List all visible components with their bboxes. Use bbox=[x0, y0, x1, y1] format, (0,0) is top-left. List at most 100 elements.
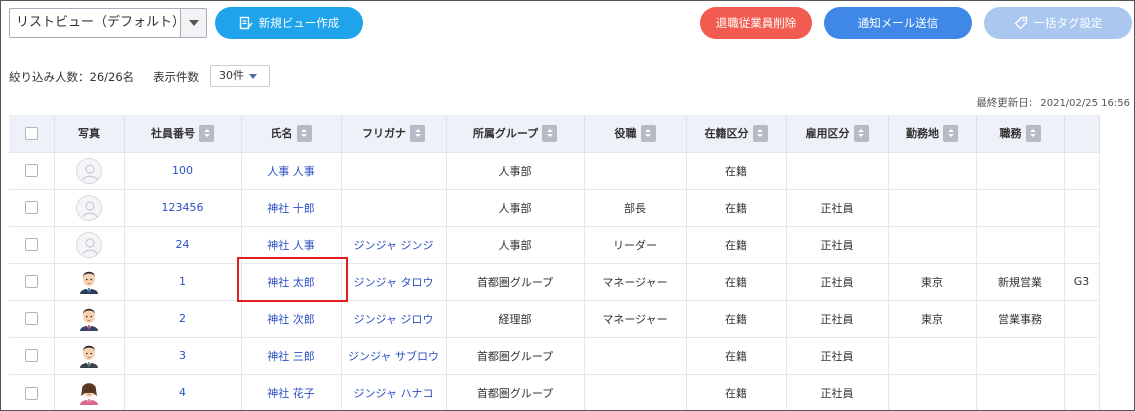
row-select-cell bbox=[9, 373, 55, 410]
delete-retired-button[interactable]: 退職従業員削除 bbox=[700, 7, 812, 39]
employee-kana[interactable]: ジンジャ サブロウ bbox=[348, 350, 439, 363]
display-count-value: 30件 bbox=[219, 69, 244, 82]
employee-id[interactable]: 100 bbox=[172, 164, 193, 177]
employee-id-cell[interactable]: 100 bbox=[124, 151, 242, 189]
employee-id-cell[interactable]: 4 bbox=[124, 373, 242, 410]
employee-name[interactable]: 神社 十郎 bbox=[267, 202, 315, 215]
employee-kana-cell[interactable]: ジンジャ ハナコ bbox=[341, 373, 447, 410]
status: 在籍 bbox=[725, 349, 747, 363]
header-employment[interactable]: 雇用区分 bbox=[786, 115, 889, 152]
role-cell bbox=[584, 151, 687, 189]
employee-kana-cell[interactable]: ジンジャ タロウ bbox=[341, 262, 447, 300]
employee-name[interactable]: 神社 太郎 bbox=[267, 276, 315, 289]
row-checkbox[interactable] bbox=[24, 201, 38, 215]
employment-type-cell: 正社員 bbox=[786, 336, 889, 374]
employee-id-cell[interactable]: 3 bbox=[124, 336, 242, 374]
employee-name[interactable]: 神社 花子 bbox=[267, 387, 315, 400]
sort-icon[interactable] bbox=[853, 124, 869, 142]
employee-name-cell[interactable]: 神社 人事 bbox=[241, 225, 342, 263]
row-checkbox[interactable] bbox=[24, 164, 38, 178]
employee-name[interactable]: 神社 人事 bbox=[267, 239, 315, 252]
sort-icon[interactable] bbox=[1025, 124, 1041, 142]
employee-kana-cell[interactable] bbox=[341, 188, 447, 226]
employment-type-cell: 正社員 bbox=[786, 188, 889, 226]
employee-kana[interactable]: ジンジャ ハナコ bbox=[354, 387, 434, 400]
table-row[interactable]: 4 神社 花子 ジンジャ ハナコ 首都圏グループ 在籍 正社員 bbox=[9, 373, 1100, 410]
employee-id[interactable]: 123456 bbox=[162, 201, 204, 214]
employee-id[interactable]: 4 bbox=[179, 386, 186, 399]
extra-cell bbox=[1064, 225, 1100, 263]
employee-name[interactable]: 神社 三郎 bbox=[267, 350, 315, 363]
table-row[interactable]: 1 神社 太郎 ジンジャ タロウ 首都圏グループ マネージャー 在籍 正社員 東京 新規営業 G3 bbox=[9, 262, 1100, 300]
employee-name-cell[interactable]: 神社 次郎 bbox=[241, 299, 342, 337]
sort-icon[interactable] bbox=[296, 124, 312, 142]
header-status[interactable]: 在籍区分 bbox=[686, 115, 787, 152]
employee-name-cell[interactable]: 神社 十郎 bbox=[241, 188, 342, 226]
employee-name[interactable]: 人事 人事 bbox=[267, 165, 315, 178]
sort-icon[interactable] bbox=[640, 124, 656, 142]
employee-kana[interactable]: ジンジャ ジンジ bbox=[354, 239, 434, 252]
table-row[interactable]: 24 神社 人事 ジンジャ ジンジ 人事部 リーダー 在籍 正社員 bbox=[9, 225, 1100, 263]
employee-id[interactable]: 2 bbox=[179, 312, 186, 325]
header-label: 写真 bbox=[78, 127, 100, 141]
row-checkbox[interactable] bbox=[24, 386, 38, 400]
employee-name-cell[interactable]: 神社 花子 bbox=[241, 373, 342, 410]
employee-id[interactable]: 24 bbox=[176, 238, 190, 251]
employee-kana-cell[interactable]: ジンジャ サブロウ bbox=[341, 336, 447, 374]
sort-icon[interactable] bbox=[752, 124, 768, 142]
employee-id-cell[interactable]: 123456 bbox=[124, 188, 242, 226]
duty-cell bbox=[976, 373, 1065, 410]
header-employee-id[interactable]: 社員番号 bbox=[124, 115, 242, 152]
employee-kana-cell[interactable]: ジンジャ ジロウ bbox=[341, 299, 447, 337]
sort-icon[interactable] bbox=[199, 124, 214, 142]
employee-kana[interactable]: ジンジャ タロウ bbox=[354, 276, 434, 289]
employee-id-cell[interactable]: 1 bbox=[124, 262, 242, 300]
location-cell bbox=[888, 336, 977, 374]
table-row[interactable]: 123456 神社 十郎 人事部 部長 在籍 正社員 bbox=[9, 188, 1100, 226]
header-role[interactable]: 役職 bbox=[584, 115, 687, 152]
employee-id-cell[interactable]: 24 bbox=[124, 225, 242, 263]
bulk-tag-button[interactable]: 一括タグ設定 bbox=[984, 7, 1132, 39]
sort-icon[interactable] bbox=[410, 124, 425, 142]
table-row[interactable]: 100 人事 人事 人事部 在籍 bbox=[9, 151, 1100, 189]
employee-kana-cell[interactable] bbox=[341, 151, 447, 189]
employment-type: 正社員 bbox=[820, 349, 854, 363]
photo-cell bbox=[54, 225, 125, 263]
chevron-down-icon[interactable] bbox=[180, 9, 206, 37]
employee-name-cell[interactable]: 神社 三郎 bbox=[241, 336, 342, 374]
location: 東京 bbox=[921, 275, 943, 289]
header-location[interactable]: 勤務地 bbox=[888, 115, 977, 152]
header-kana[interactable]: フリガナ bbox=[341, 115, 447, 152]
photo-cell bbox=[54, 188, 125, 226]
row-checkbox[interactable] bbox=[24, 275, 38, 289]
group-cell: 人事部 bbox=[446, 151, 585, 189]
view-select[interactable]: リストビュー（デフォルト） bbox=[9, 8, 207, 38]
header-label: 職務 bbox=[999, 127, 1022, 141]
employee-name-cell[interactable]: 人事 人事 bbox=[241, 151, 342, 189]
delete-retired-label: 退職従業員削除 bbox=[715, 16, 797, 30]
table-row[interactable]: 2 神社 次郎 ジンジャ ジロウ 経理部 マネージャー 在籍 正社員 東京 営業事務 bbox=[9, 299, 1100, 337]
header-group[interactable]: 所属グループ bbox=[446, 115, 585, 152]
row-checkbox[interactable] bbox=[24, 312, 38, 326]
row-checkbox[interactable] bbox=[24, 349, 38, 363]
header-name[interactable]: 氏名 bbox=[241, 115, 342, 152]
employee-id-cell[interactable]: 2 bbox=[124, 299, 242, 337]
employee-name[interactable]: 神社 次郎 bbox=[267, 313, 315, 326]
avatar-placeholder-icon bbox=[76, 194, 102, 221]
sort-icon[interactable] bbox=[943, 124, 958, 142]
employee-kana[interactable]: ジンジャ ジロウ bbox=[354, 313, 434, 326]
sort-icon[interactable] bbox=[542, 124, 558, 142]
status-cell: 在籍 bbox=[686, 188, 787, 226]
display-count-select[interactable]: 30件 bbox=[210, 65, 270, 87]
header-duty[interactable]: 職務 bbox=[976, 115, 1065, 152]
send-notification-mail-button[interactable]: 通知メール送信 bbox=[824, 7, 972, 39]
row-checkbox[interactable] bbox=[24, 238, 38, 252]
employee-id[interactable]: 3 bbox=[179, 349, 186, 362]
header-label: 所属グループ bbox=[472, 127, 539, 141]
new-view-button[interactable]: 新規ビュー作成 bbox=[215, 7, 363, 39]
employee-id[interactable]: 1 bbox=[179, 275, 186, 288]
employee-kana-cell[interactable]: ジンジャ ジンジ bbox=[341, 225, 447, 263]
table-row[interactable]: 3 神社 三郎 ジンジャ サブロウ 首都圏グループ 在籍 正社員 bbox=[9, 336, 1100, 374]
select-all-checkbox[interactable] bbox=[24, 127, 38, 140]
employee-name-cell[interactable]: 神社 太郎 bbox=[241, 262, 342, 300]
